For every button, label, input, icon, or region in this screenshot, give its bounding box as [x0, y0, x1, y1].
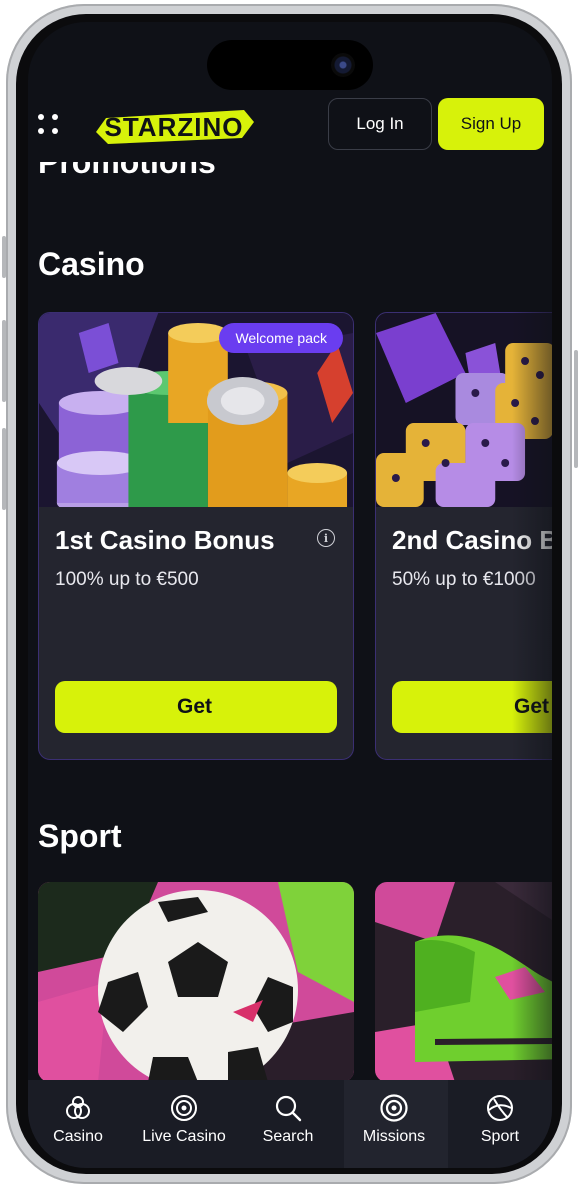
nav-label: Search — [262, 1128, 314, 1145]
bottom-nav: Casino Live Casino Search Missions Sport — [28, 1080, 552, 1168]
nav-sport[interactable]: Sport — [448, 1094, 552, 1154]
get-bonus-button[interactable]: Get — [392, 681, 552, 733]
casino-heading: Casino — [38, 246, 145, 282]
welcome-pack-badge: Welcome pack — [219, 323, 343, 353]
top-bar: STARZINO Log In Sign Up — [28, 96, 552, 162]
volume-down-button — [2, 428, 6, 510]
live-casino-icon — [171, 1095, 197, 1121]
nav-label: Missions — [362, 1128, 426, 1145]
power-button — [574, 350, 578, 468]
svg-text:STARZINO: STARZINO — [105, 112, 244, 142]
sport-icon — [487, 1095, 513, 1121]
nav-label: Sport — [480, 1128, 520, 1145]
football-boot-image — [375, 882, 552, 1082]
screen: STARZINO Log In Sign Up Promotions Casin… — [28, 22, 552, 1168]
logo[interactable]: STARZINO — [94, 102, 256, 150]
login-button[interactable]: Log In — [328, 98, 432, 150]
side-button — [2, 236, 6, 278]
search-icon — [275, 1095, 302, 1122]
nav-label: Live Casino — [142, 1128, 226, 1145]
info-icon[interactable]: i — [317, 529, 335, 547]
card-subtitle: 50% up to €1000 — [392, 569, 536, 590]
volume-up-button — [2, 320, 6, 402]
casino-bonus-card[interactable]: 2nd Casino Bonus 50% up to €1000 Get — [375, 312, 552, 760]
nav-casino[interactable]: Casino — [28, 1094, 130, 1154]
dynamic-island — [207, 40, 373, 90]
casino-icon — [66, 1096, 90, 1119]
sport-boot-card[interactable] — [375, 882, 552, 1082]
card-subtitle: 100% up to €500 — [55, 569, 199, 590]
nav-missions[interactable]: Missions — [342, 1094, 446, 1154]
sport-heading: Sport — [38, 818, 122, 854]
missions-icon — [380, 1094, 408, 1122]
card-title: 1st Casino Bonus — [55, 525, 275, 555]
menu-icon[interactable] — [38, 114, 60, 136]
card-title: 2nd Casino Bonus — [392, 525, 552, 555]
football-image — [38, 882, 354, 1082]
get-bonus-button[interactable]: Get — [55, 681, 337, 733]
nav-search[interactable]: Search — [236, 1094, 340, 1154]
nav-live-casino[interactable]: Live Casino — [132, 1094, 236, 1154]
signup-button[interactable]: Sign Up — [438, 98, 544, 150]
casino-dice-image — [376, 313, 552, 507]
nav-label: Casino — [53, 1128, 103, 1145]
casino-bonus-card[interactable]: Welcome pack 1st Casino Bonus i 100% up … — [38, 312, 354, 760]
sport-football-card[interactable] — [38, 882, 354, 1082]
camera-icon — [331, 53, 355, 77]
